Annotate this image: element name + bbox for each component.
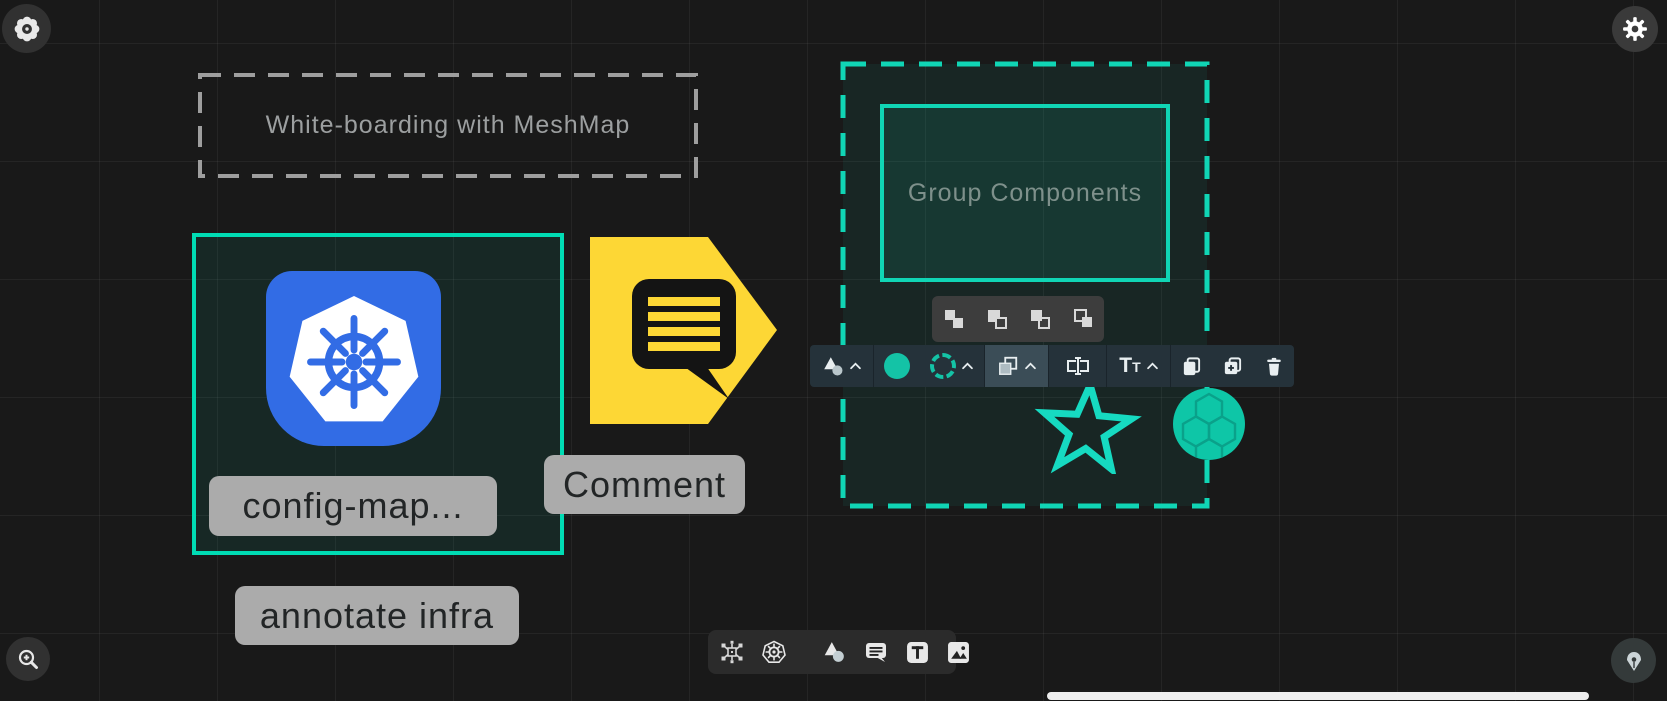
layer5-circle-shape[interactable] [1173,388,1245,460]
send-to-back-button[interactable] [1062,296,1104,342]
comment-bubble-icon [864,640,888,664]
comment-label[interactable]: Comment [544,455,745,514]
fill-color-swatch-icon [884,353,910,379]
send-backward-icon [1028,307,1052,331]
send-backward-button[interactable] [1019,296,1061,342]
meshery-menu-button[interactable] [2,4,51,53]
pen-nib-icon [1622,649,1646,673]
shapes-tool-button[interactable] [822,641,846,663]
duplicate-button[interactable] [1212,345,1253,387]
stroke-style-icon [930,353,956,379]
text-size-button[interactable]: TT [1107,345,1170,387]
bring-forward-button[interactable] [976,296,1018,342]
kubernetes-components-button[interactable] [762,640,786,664]
horizontal-scrollbar[interactable] [1047,692,1589,700]
group-components-node[interactable]: Group Components [880,104,1170,282]
kubernetes-icon [266,271,441,446]
send-to-back-icon [1071,307,1095,331]
chevron-up-icon [1146,362,1159,370]
chevron-up-icon [961,362,974,370]
zoom-button[interactable] [6,637,50,681]
meshery-flower-icon [13,15,41,43]
trash-icon [1264,356,1284,377]
text-size-icon: TT [1119,354,1140,378]
duplicate-icon [1222,356,1243,377]
media-icon [947,641,970,664]
star-shape[interactable] [1025,382,1149,474]
shape-picker-button[interactable] [810,345,873,387]
whiteboard-canvas[interactable]: White-boarding with MeshMap Group Compon… [0,0,1667,701]
copy-button[interactable] [1171,345,1212,387]
text-tool-button[interactable] [906,641,929,664]
magnifier-icon [16,647,40,671]
settings-button[interactable] [1612,6,1658,52]
kubernetes-wheel-icon [762,640,786,664]
service-mesh-designs-button[interactable] [720,640,744,664]
comment-shape[interactable] [590,237,777,424]
group-components-label: Group Components [884,108,1166,278]
media-tool-button[interactable] [947,641,970,664]
note-label: White-boarding with MeshMap [198,73,698,178]
resize-width-button[interactable] [1049,345,1106,387]
context-toolbar: TT [810,345,1294,387]
comment-tool-button[interactable] [864,640,888,664]
annotation-label[interactable]: annotate infra [235,586,519,645]
copy-icon [1181,356,1202,377]
gear-icon [1622,16,1648,42]
pen-button[interactable] [1611,638,1656,683]
delete-button[interactable] [1253,345,1294,387]
dock-toolbar [708,630,956,674]
text-tool-icon [906,641,929,664]
bring-to-front-button[interactable] [933,296,975,342]
layer-order-popup [932,296,1104,342]
mesh-integration-icon [720,640,744,664]
shapes-icon [822,356,844,376]
chevron-up-icon [849,362,862,370]
fill-color-button[interactable] [874,345,920,387]
stroke-style-button[interactable] [920,345,984,387]
layer-order-button[interactable] [985,345,1048,387]
bring-to-front-icon [942,307,966,331]
chevron-up-icon [1024,362,1037,370]
kubernetes-node-label[interactable]: config-map... [209,476,497,536]
whiteboard-note-box[interactable]: White-boarding with MeshMap [198,73,698,178]
shapes-icon [822,641,846,663]
resize-width-icon [1065,354,1091,378]
bring-forward-icon [985,307,1009,331]
layer-order-icon [997,355,1019,377]
